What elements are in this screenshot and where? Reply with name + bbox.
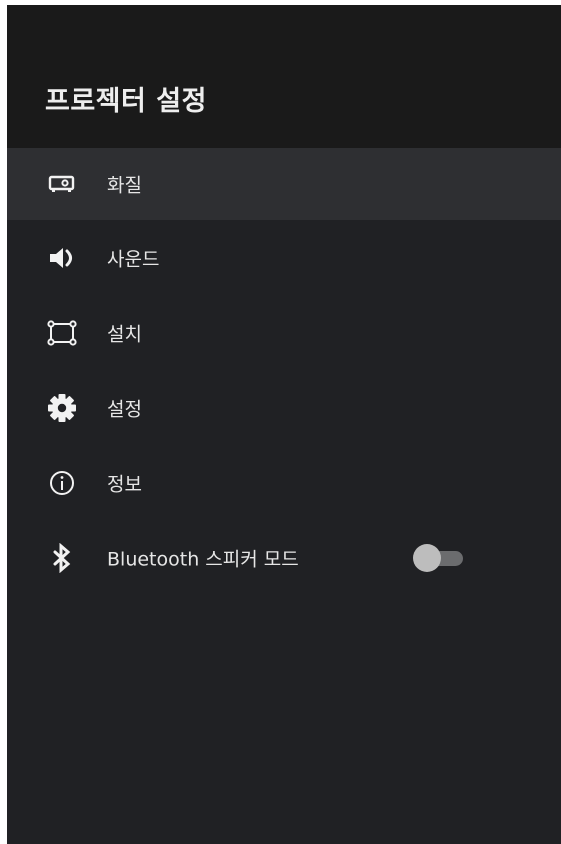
menu-item-sound[interactable]: 사운드 <box>7 220 561 295</box>
menu-item-picture-quality[interactable]: 화질 <box>7 148 561 220</box>
menu-item-info[interactable]: 정보 <box>7 445 561 520</box>
menu-item-label: 설정 <box>107 398 142 420</box>
settings-menu: 화질 사운드 설치 설정 정보 Bluetooth 스피커 모드 <box>7 148 561 595</box>
menu-item-bluetooth-speaker-mode[interactable]: Bluetooth 스피커 모드 <box>7 520 561 595</box>
projector-icon <box>47 169 77 199</box>
header: 프로젝터 설정 <box>7 5 561 148</box>
menu-item-label: 화질 <box>107 174 142 197</box>
install-frame-icon <box>47 318 77 348</box>
gear-icon <box>47 393 77 423</box>
menu-item-label: 사운드 <box>107 248 160 270</box>
menu-item-installation[interactable]: 설치 <box>7 295 561 370</box>
menu-item-label: 설치 <box>107 323 142 345</box>
menu-item-label: 정보 <box>107 473 142 495</box>
bluetooth-speaker-toggle[interactable] <box>413 543 465 572</box>
projector-settings-panel: 프로젝터 설정 화질 사운드 설치 설정 정보 Bluetooth 스피커 모드 <box>7 5 561 844</box>
menu-item-label: Bluetooth 스피커 모드 <box>107 548 299 570</box>
speaker-icon <box>47 243 77 273</box>
page-title: 프로젝터 설정 <box>45 86 207 117</box>
toggle-thumb <box>413 543 441 572</box>
bluetooth-icon <box>47 542 77 573</box>
info-icon <box>47 468 77 498</box>
menu-item-settings[interactable]: 설정 <box>7 370 561 445</box>
